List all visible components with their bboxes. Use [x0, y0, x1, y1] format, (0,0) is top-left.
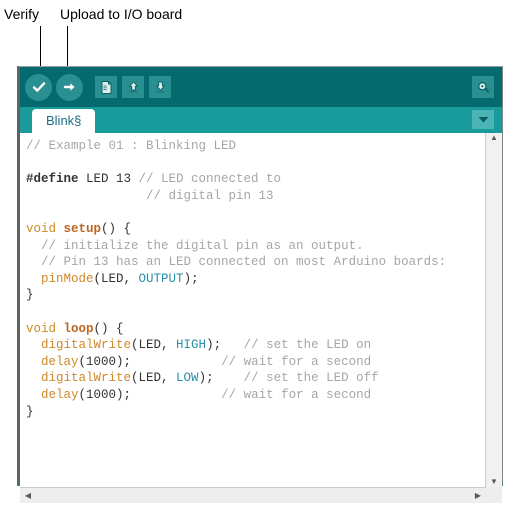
code-token: setup — [63, 221, 102, 236]
editor-area: // Example 01 : Blinking LED #define LED… — [20, 133, 502, 487]
code-token: // set the LED off — [243, 371, 379, 386]
vertical-scrollbar[interactable]: ▲ ▼ — [485, 133, 502, 487]
scroll-up-arrow-icon[interactable]: ▲ — [488, 133, 500, 143]
code-token: // digital pin 13 — [146, 188, 274, 203]
tab-dropdown-button[interactable] — [472, 110, 494, 129]
save-button[interactable] — [149, 76, 171, 98]
scrollbar-corner — [486, 487, 502, 503]
code-token: #define — [26, 172, 79, 187]
code-token: (LED, — [131, 371, 177, 386]
annotation-label-verify: Verify — [4, 6, 40, 22]
arrow-right-icon — [63, 83, 75, 91]
code-token: HIGH — [176, 338, 207, 353]
code-token: ); — [206, 338, 222, 353]
code-token: delay — [41, 354, 79, 369]
toolbar — [20, 67, 502, 107]
verify-button[interactable] — [25, 73, 52, 101]
code-token: (1000); — [78, 354, 132, 369]
new-button[interactable] — [95, 76, 117, 98]
new-file-icon — [101, 80, 111, 94]
file-button-group — [95, 76, 176, 98]
code-token: loop — [63, 321, 94, 336]
code-token: (1000); — [78, 387, 132, 402]
serial-monitor-button[interactable] — [472, 76, 494, 98]
code-token: // LED connected to — [138, 172, 282, 187]
tab-strip: Blink§ — [20, 107, 502, 133]
code-token: // Pin 13 has an LED connected on most A… — [41, 255, 447, 270]
code-token: // Example 01 : Blinking LED — [26, 139, 237, 153]
chevron-down-icon — [478, 117, 488, 123]
code-token: // initialize the digital pin as an outp… — [41, 238, 364, 253]
scroll-right-arrow-icon[interactable]: ▶ — [472, 491, 484, 501]
check-icon — [32, 82, 45, 92]
code-token: LOW — [176, 371, 199, 386]
arduino-ide-window: Blink§ // Example 01 : Blinking LED #def… — [17, 66, 503, 503]
code-token: void — [26, 221, 57, 236]
code-token: // wait for a second — [221, 387, 372, 402]
code-token: () { — [101, 221, 132, 236]
code-token: pinMode — [41, 271, 94, 286]
code-pane[interactable]: // Example 01 : Blinking LED #define LED… — [20, 133, 485, 487]
code-token: // set the LED on — [243, 338, 372, 353]
code-token: (LED, — [93, 271, 139, 286]
code-token: } — [26, 288, 34, 303]
save-disk-icon — [155, 81, 165, 92]
code-token: digitalWrite — [41, 338, 132, 353]
bottom-scroll-strip: ◀ ▶ — [20, 487, 502, 503]
scroll-left-arrow-icon[interactable]: ◀ — [22, 491, 34, 501]
scroll-down-arrow-icon[interactable]: ▼ — [488, 477, 500, 487]
magnifier-icon — [477, 81, 490, 93]
code-token: (LED, — [131, 338, 177, 353]
code-token: ); — [198, 371, 214, 386]
code-token: ); — [183, 271, 199, 286]
upload-button[interactable] — [56, 73, 83, 101]
code-token: // wait for a second — [221, 354, 372, 369]
code-token: LED 13 — [78, 172, 139, 187]
horizontal-scrollbar[interactable]: ◀ ▶ — [20, 487, 486, 503]
code-token: digitalWrite — [41, 371, 132, 386]
open-folder-icon — [128, 80, 138, 92]
code-token: } — [26, 404, 34, 419]
code-token: () { — [93, 321, 124, 336]
tab-blink[interactable]: Blink§ — [32, 109, 96, 133]
code-token: void — [26, 321, 57, 336]
code-token: OUTPUT — [138, 271, 184, 286]
code-token: delay — [41, 387, 79, 402]
open-button[interactable] — [122, 76, 144, 98]
annotation-label-upload: Upload to I/O board — [60, 6, 183, 22]
source-code[interactable]: // Example 01 : Blinking LED #define LED… — [26, 138, 485, 420]
